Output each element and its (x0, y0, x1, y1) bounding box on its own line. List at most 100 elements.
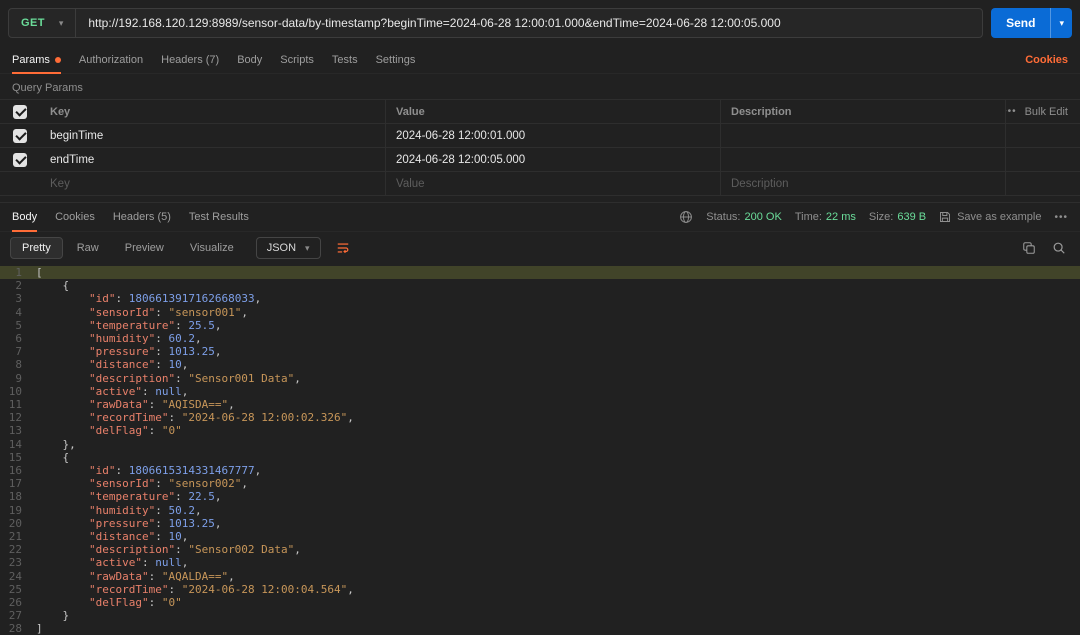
tab-label: Tests (332, 54, 358, 66)
line-number: 23 (0, 556, 36, 569)
url-input[interactable] (76, 16, 982, 30)
line-number: 28 (0, 622, 36, 635)
code-text: }, (36, 438, 76, 451)
select-all-checkbox[interactable] (13, 105, 27, 119)
tab-scripts[interactable]: Scripts (280, 46, 314, 73)
format-dropdown[interactable]: JSON ▾ (256, 237, 321, 259)
line-number: 10 (0, 385, 36, 398)
line-number: 11 (0, 398, 36, 411)
code-text: "delFlag": "0" (36, 596, 182, 609)
code-text: { (36, 279, 69, 292)
param-key-field[interactable]: Key (40, 172, 385, 195)
response-tab-body[interactable]: Body (12, 203, 37, 231)
code-text: "recordTime": "2024-06-28 12:00:04.564", (36, 583, 354, 596)
code-text: } (36, 609, 69, 622)
table-row: beginTime 2024-06-28 12:00:01.000 (0, 124, 1080, 148)
tab-label: Body (12, 211, 37, 223)
param-description-field[interactable] (720, 148, 1005, 171)
code-text: "temperature": 25.5, (36, 319, 221, 332)
param-checkbox[interactable] (13, 129, 27, 143)
view-tab-pretty[interactable]: Pretty (10, 237, 63, 259)
column-header-description: Description (720, 100, 1005, 123)
code-text: "humidity": 60.2, (36, 332, 202, 345)
response-more-menu-icon[interactable]: ••• (1054, 212, 1068, 223)
param-description-field[interactable] (720, 124, 1005, 147)
time-badge[interactable]: Time: 22 ms (795, 211, 856, 223)
code-text: "sensorId": "sensor001", (36, 306, 248, 319)
code-line: 7 "pressure": 1013.25, (0, 345, 1080, 358)
response-tab-cookies[interactable]: Cookies (55, 203, 95, 231)
save-icon (939, 211, 951, 223)
line-number: 4 (0, 306, 36, 319)
tab-headers[interactable]: Headers (7) (161, 46, 219, 73)
line-number: 2 (0, 279, 36, 292)
line-number: 17 (0, 477, 36, 490)
param-actions-cell (1005, 172, 1080, 195)
response-tab-headers[interactable]: Headers (5) (113, 203, 171, 231)
network-info-globe-icon[interactable] (679, 210, 693, 224)
code-line: 18 "temperature": 22.5, (0, 490, 1080, 503)
param-description-field[interactable]: Description (720, 172, 1005, 195)
code-line: 11 "rawData": "AQISDA==", (0, 398, 1080, 411)
view-tab-preview[interactable]: Preview (113, 237, 176, 259)
view-tab-raw[interactable]: Raw (65, 237, 111, 259)
code-text: "pressure": 1013.25, (36, 517, 221, 530)
query-params-table: Key Value Description ••• Bulk Edit begi… (0, 99, 1080, 196)
line-number: 12 (0, 411, 36, 424)
send-button[interactable]: Send (991, 8, 1050, 38)
response-body-editor[interactable]: 1[2 {3 "id": 1806613917162668033,4 "sens… (0, 264, 1080, 635)
request-bar: GET ▾ Send ▾ (0, 0, 1080, 46)
bulk-edit-menu-icon[interactable]: ••• (1005, 106, 1017, 117)
line-number: 1 (0, 266, 36, 279)
line-number: 20 (0, 517, 36, 530)
code-line: 21 "distance": 10, (0, 530, 1080, 543)
param-key-field[interactable]: beginTime (40, 124, 385, 147)
tab-label: Settings (376, 54, 416, 66)
code-text: "description": "Sensor001 Data", (36, 372, 301, 385)
tab-label: Authorization (79, 54, 143, 66)
param-value-field[interactable]: Value (385, 172, 720, 195)
view-tab-visualize[interactable]: Visualize (178, 237, 246, 259)
send-options-chevron-icon[interactable]: ▾ (1050, 8, 1072, 38)
size-badge[interactable]: Size: 639 B (869, 211, 926, 223)
param-actions-cell (1005, 148, 1080, 171)
table-header-row: Key Value Description ••• Bulk Edit (0, 100, 1080, 124)
wrap-lines-icon[interactable] (335, 241, 351, 255)
line-number: 19 (0, 504, 36, 517)
unsaved-changes-dot (55, 57, 61, 63)
search-icon[interactable] (1052, 241, 1066, 255)
tab-params[interactable]: Params (12, 46, 61, 73)
param-value-field[interactable]: 2024-06-28 12:00:01.000 (385, 124, 720, 147)
tab-body[interactable]: Body (237, 46, 262, 73)
param-checkbox[interactable] (13, 153, 27, 167)
tab-settings[interactable]: Settings (376, 46, 416, 73)
code-line: 15 { (0, 451, 1080, 464)
method-label: GET (21, 17, 45, 29)
bulk-edit-link[interactable]: Bulk Edit (1025, 106, 1068, 118)
status-badge[interactable]: Status: 200 OK (706, 211, 782, 223)
response-meta: Status: 200 OK Time: 22 ms Size: 639 B S… (679, 210, 1068, 224)
cookies-link[interactable]: Cookies (1025, 54, 1068, 66)
method-selector[interactable]: GET ▾ (9, 9, 76, 37)
code-line: 2 { (0, 279, 1080, 292)
response-tab-test-results[interactable]: Test Results (189, 203, 249, 231)
chevron-down-icon: ▾ (305, 244, 310, 253)
code-line: 9 "description": "Sensor001 Data", (0, 372, 1080, 385)
tab-tests[interactable]: Tests (332, 46, 358, 73)
code-line: 1[ (0, 266, 1080, 279)
code-text: [ (36, 266, 43, 279)
param-value-field[interactable]: 2024-06-28 12:00:05.000 (385, 148, 720, 171)
code-toolbar-right (1022, 241, 1070, 255)
code-line: 19 "humidity": 50.2, (0, 504, 1080, 517)
param-key-field[interactable]: endTime (40, 148, 385, 171)
copy-icon[interactable] (1022, 241, 1036, 255)
tab-authorization[interactable]: Authorization (79, 46, 143, 73)
tab-label: Params (12, 54, 50, 66)
send-button-group: Send ▾ (991, 8, 1072, 38)
code-text: "distance": 10, (36, 358, 188, 371)
code-line: 24 "rawData": "AQALDA==", (0, 570, 1080, 583)
code-line: 26 "delFlag": "0" (0, 596, 1080, 609)
code-line: 28] (0, 622, 1080, 635)
api-client-window: GET ▾ Send ▾ Params Authorization Header… (0, 0, 1080, 635)
save-as-example-button[interactable]: Save as example (939, 211, 1041, 223)
